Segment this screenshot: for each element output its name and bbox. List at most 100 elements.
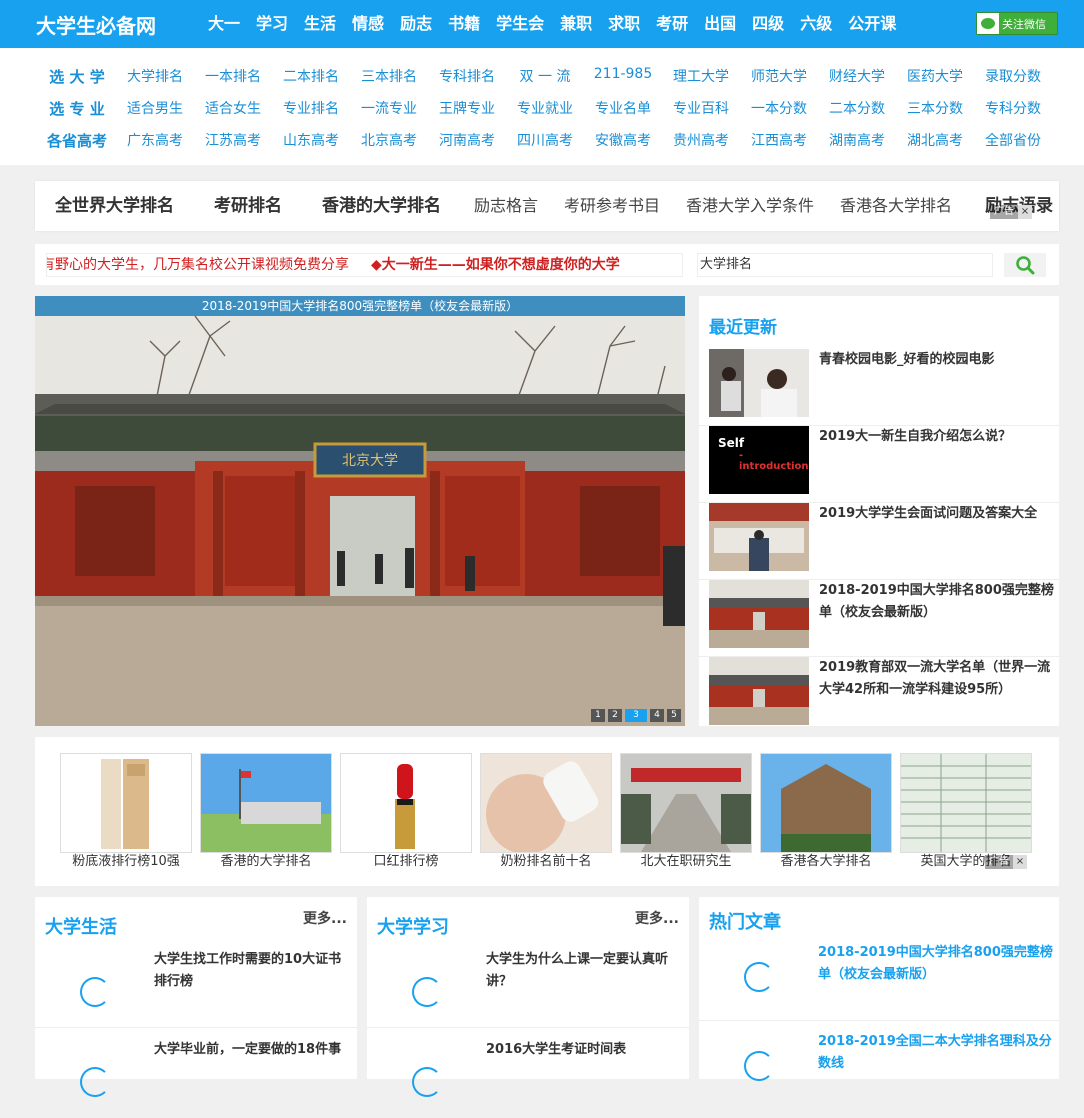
ad-tab[interactable]: 考研参考书目 xyxy=(551,181,673,231)
category-link[interactable]: 各省高考 xyxy=(38,130,116,151)
strip-item[interactable]: 香港各大学排名 xyxy=(760,753,892,871)
strip-label[interactable]: 香港的大学排名 xyxy=(200,853,332,871)
recent-item[interactable]: 2019大学学生会面试问题及答案大全 xyxy=(699,503,1059,580)
category-link[interactable]: 专业就业 xyxy=(506,98,584,119)
ad-tab[interactable]: 香港各大学排名 xyxy=(827,181,965,231)
recent-item-title[interactable]: 2019大一新生自我介绍怎么说？ xyxy=(819,426,1054,448)
search-input[interactable]: 大学排名 xyxy=(697,253,993,277)
slider-dot[interactable]: 4 xyxy=(650,709,664,722)
recent-item[interactable]: 青春校园电影_好看的校园电影 xyxy=(699,349,1059,426)
nav-item[interactable]: 学习 xyxy=(248,0,296,48)
category-link[interactable]: 一流专业 xyxy=(350,98,428,119)
strip-item[interactable]: 粉底液排行榜10强 xyxy=(60,753,192,871)
slider-dot[interactable]: 1 xyxy=(591,709,605,722)
column-item-title[interactable]: 2018-2019中国大学排名800强完整榜单（校友会最新版） xyxy=(818,942,1053,986)
strip-item[interactable]: 口红排行榜 xyxy=(340,753,472,871)
category-link[interactable]: 211-985 xyxy=(584,66,662,87)
category-link[interactable]: 选 专 业 xyxy=(38,98,116,119)
category-link[interactable]: 王牌专业 xyxy=(428,98,506,119)
strip-image[interactable] xyxy=(480,753,612,853)
strip-label[interactable]: 香港各大学排名 xyxy=(760,853,892,871)
nav-item[interactable]: 书籍 xyxy=(440,0,488,48)
category-link[interactable]: 江西高考 xyxy=(740,130,818,151)
ad-tab[interactable]: 香港的大学排名 xyxy=(302,181,461,231)
nav-item[interactable]: 大一 xyxy=(200,0,248,48)
category-link[interactable]: 湖北高考 xyxy=(896,130,974,151)
recent-item-title[interactable]: 2018-2019中国大学排名800强完整榜单（校友会最新版） xyxy=(819,580,1054,624)
column-item[interactable]: 大学生为什么上课一定要认真听讲？ xyxy=(367,939,689,1028)
nav-item[interactable]: 求职 xyxy=(600,0,648,48)
category-link[interactable]: 适合男生 xyxy=(116,98,194,119)
category-link[interactable]: 三本排名 xyxy=(350,66,428,87)
notice-text[interactable]: 有野心的大学生，几万集名校公开课视频免费分享 xyxy=(47,257,349,273)
strip-image[interactable] xyxy=(620,753,752,853)
category-link[interactable]: 江苏高考 xyxy=(194,130,272,151)
category-link[interactable]: 广东高考 xyxy=(116,130,194,151)
nav-item[interactable]: 四级 xyxy=(744,0,792,48)
ad-tab[interactable]: 全世界大学排名 xyxy=(35,181,194,231)
category-link[interactable]: 大学排名 xyxy=(116,66,194,87)
category-link[interactable]: 安徽高考 xyxy=(584,130,662,151)
slider-dot[interactable]: 2 xyxy=(608,709,622,722)
recent-item-title[interactable]: 2019大学学生会面试问题及答案大全 xyxy=(819,503,1054,525)
ad-tab[interactable]: 考研排名 xyxy=(194,181,302,231)
column-item[interactable]: 2018-2019中国大学排名800强完整榜单（校友会最新版） xyxy=(699,932,1059,1021)
ad-tab[interactable]: 励志格言 xyxy=(461,181,551,231)
recent-item-title[interactable]: 青春校园电影_好看的校园电影 xyxy=(819,349,1054,371)
column-item[interactable]: 大学生找工作时需要的10大证书排行榜 xyxy=(35,939,357,1028)
strip-label[interactable]: 奶粉排名前十名 xyxy=(480,853,612,871)
slide-caption[interactable]: 2018-2019中国大学排名800强完整榜单（校友会最新版） xyxy=(35,296,685,316)
recent-thumbnail[interactable] xyxy=(709,503,809,571)
category-link[interactable]: 专科排名 xyxy=(428,66,506,87)
category-link[interactable]: 财经大学 xyxy=(818,66,896,87)
column-title[interactable]: 热门文章 xyxy=(709,908,781,934)
category-link[interactable]: 专科分数 xyxy=(974,98,1052,119)
strip-image[interactable] xyxy=(200,753,332,853)
column-item-title[interactable]: 大学生为什么上课一定要认真听讲？ xyxy=(486,949,676,993)
recent-thumbnail[interactable]: Self -introduction xyxy=(709,426,809,494)
category-link[interactable]: 录取分数 xyxy=(974,66,1052,87)
strip-label[interactable]: 粉底液排行榜10强 xyxy=(60,853,192,871)
category-link[interactable]: 专业百科 xyxy=(662,98,740,119)
column-item[interactable]: 2018-2019全国二本大学排名理科及分数线 xyxy=(699,1021,1059,1110)
strip-image[interactable] xyxy=(60,753,192,853)
nav-item[interactable]: 生活 xyxy=(296,0,344,48)
notice-marquee[interactable]: 有野心的大学生，几万集名校公开课视频免费分享 ◆大一新生——如果你不想虚度你的大学 xyxy=(46,253,683,277)
category-link[interactable]: 全部省份 xyxy=(974,130,1052,151)
strip-item[interactable]: 香港的大学排名 xyxy=(200,753,332,871)
strip-image[interactable] xyxy=(760,753,892,853)
more-link[interactable]: 更多... xyxy=(635,908,679,928)
column-title[interactable]: 大学学习 xyxy=(377,913,449,939)
slider-dot-active[interactable]: 3 xyxy=(625,709,647,722)
featured-slider[interactable]: 2018-2019中国大学排名800强完整榜单（校友会最新版） 北京大学 1 2… xyxy=(35,296,685,726)
category-link[interactable]: 湖南高考 xyxy=(818,130,896,151)
category-link[interactable]: 一本分数 xyxy=(740,98,818,119)
strip-label[interactable]: 口红排行榜 xyxy=(340,853,472,871)
nav-item[interactable]: 出国 xyxy=(696,0,744,48)
category-link[interactable]: 专业名单 xyxy=(584,98,662,119)
recent-item[interactable]: 2018-2019中国大学排名800强完整榜单（校友会最新版） xyxy=(699,580,1059,657)
column-item-title[interactable]: 大学毕业前，一定要做的18件事 xyxy=(154,1039,344,1061)
more-link[interactable]: 更多... xyxy=(303,908,347,928)
category-link[interactable]: 山东高考 xyxy=(272,130,350,151)
ad-badge[interactable]: 广告 × xyxy=(985,855,1027,869)
category-link[interactable]: 北京高考 xyxy=(350,130,428,151)
nav-item[interactable]: 兼职 xyxy=(552,0,600,48)
ad-badge[interactable]: 广告 × xyxy=(990,205,1032,219)
nav-item[interactable]: 学生会 xyxy=(488,0,552,48)
category-link[interactable]: 适合女生 xyxy=(194,98,272,119)
strip-image[interactable] xyxy=(340,753,472,853)
category-link[interactable]: 师范大学 xyxy=(740,66,818,87)
category-link[interactable]: 二本分数 xyxy=(818,98,896,119)
category-link[interactable]: 贵州高考 xyxy=(662,130,740,151)
nav-item[interactable]: 情感 xyxy=(344,0,392,48)
slider-dot[interactable]: 5 xyxy=(667,709,681,722)
category-link[interactable]: 四川高考 xyxy=(506,130,584,151)
recent-item[interactable]: Self -introduction 2019大一新生自我介绍怎么说？ xyxy=(699,426,1059,503)
recent-thumbnail[interactable] xyxy=(709,580,809,648)
category-link[interactable]: 三本分数 xyxy=(896,98,974,119)
strip-image[interactable] xyxy=(900,753,1032,853)
nav-item[interactable]: 考研 xyxy=(648,0,696,48)
strip-label[interactable]: 北大在职研究生 xyxy=(620,853,752,871)
column-item-title[interactable]: 大学生找工作时需要的10大证书排行榜 xyxy=(154,949,344,993)
